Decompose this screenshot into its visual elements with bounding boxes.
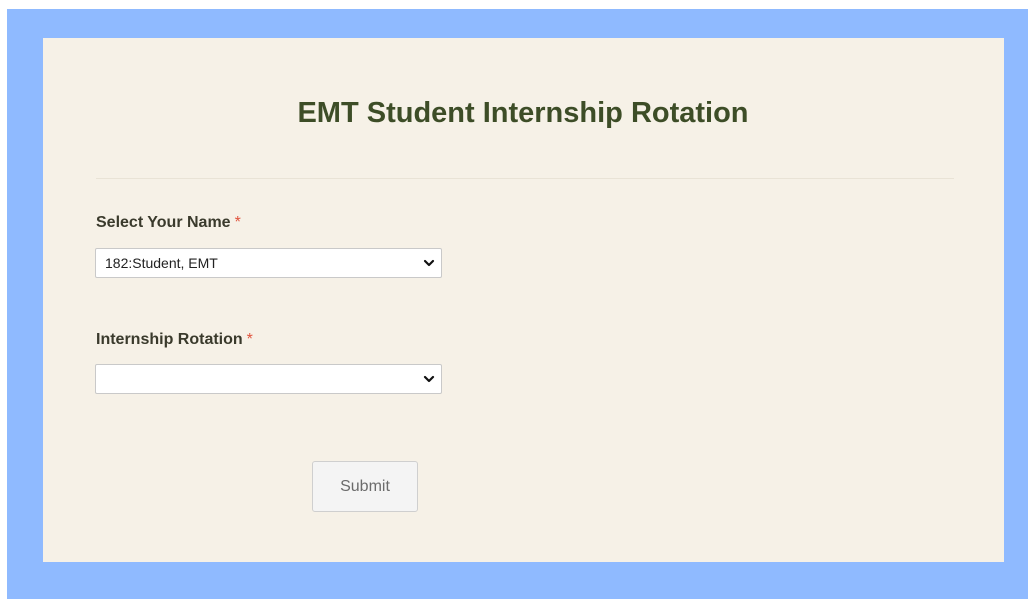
rotation-field-label: Internship Rotation * [96,331,253,349]
form-title: EMT Student Internship Rotation [297,97,749,129]
submit-button[interactable]: Submit [312,461,418,512]
required-marker: * [246,331,253,348]
name-select[interactable]: 182:Student, EMT [95,248,442,278]
rotation-label-text: Internship Rotation [96,331,243,348]
required-marker: * [234,214,241,231]
chevron-down-icon [423,375,435,383]
name-label-text: Select Your Name [96,214,231,231]
name-select-value: 182:Student, EMT [105,255,218,271]
chevron-down-icon [423,259,435,267]
name-field-label: Select Your Name * [96,214,241,232]
title-divider [96,178,954,179]
rotation-select[interactable] [95,364,442,394]
